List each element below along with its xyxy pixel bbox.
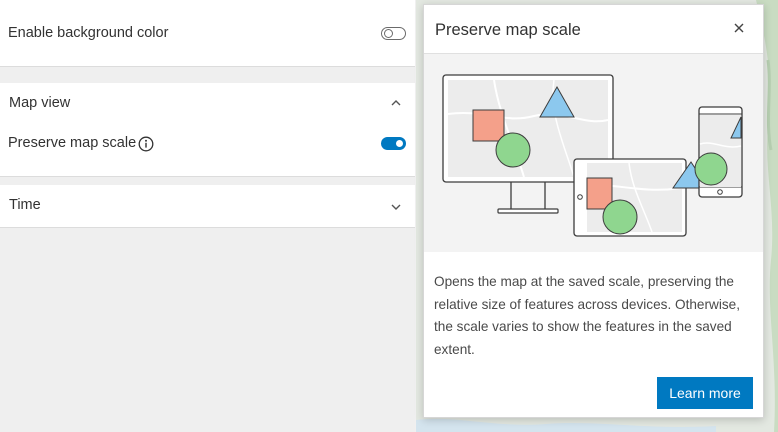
devices-illustration: [424, 54, 763, 252]
map-view-header[interactable]: Map view: [9, 95, 70, 111]
close-icon[interactable]: [733, 22, 745, 34]
popover-description: Opens the map at the saved scale, preser…: [434, 274, 740, 357]
time-section: Time: [0, 185, 415, 228]
settings-panel: Enable background color Map view Preserv…: [0, 0, 415, 432]
toggle-knob: [396, 139, 403, 147]
background-color-row: Enable background color: [0, 0, 415, 67]
background-color-toggle[interactable]: [381, 27, 406, 40]
chevron-down-icon[interactable]: [391, 202, 401, 212]
devices-illustration-graphic: [442, 74, 743, 237]
time-header[interactable]: Time: [9, 197, 41, 213]
background-color-label: Enable background color: [8, 25, 169, 41]
info-icon[interactable]: [138, 136, 154, 152]
preserve-map-scale-popover: Preserve map scale Opens the map at the …: [423, 4, 764, 418]
chevron-up-icon[interactable]: [391, 98, 401, 108]
popover-title: Preserve map scale: [435, 21, 581, 39]
toggle-knob: [384, 28, 393, 38]
preserve-map-scale-label: Preserve map scale: [8, 135, 137, 151]
preserve-map-scale-toggle[interactable]: [381, 137, 406, 150]
map-view-section: Map view Preserve map scale: [0, 83, 415, 177]
learn-more-button[interactable]: Learn more: [657, 377, 753, 409]
